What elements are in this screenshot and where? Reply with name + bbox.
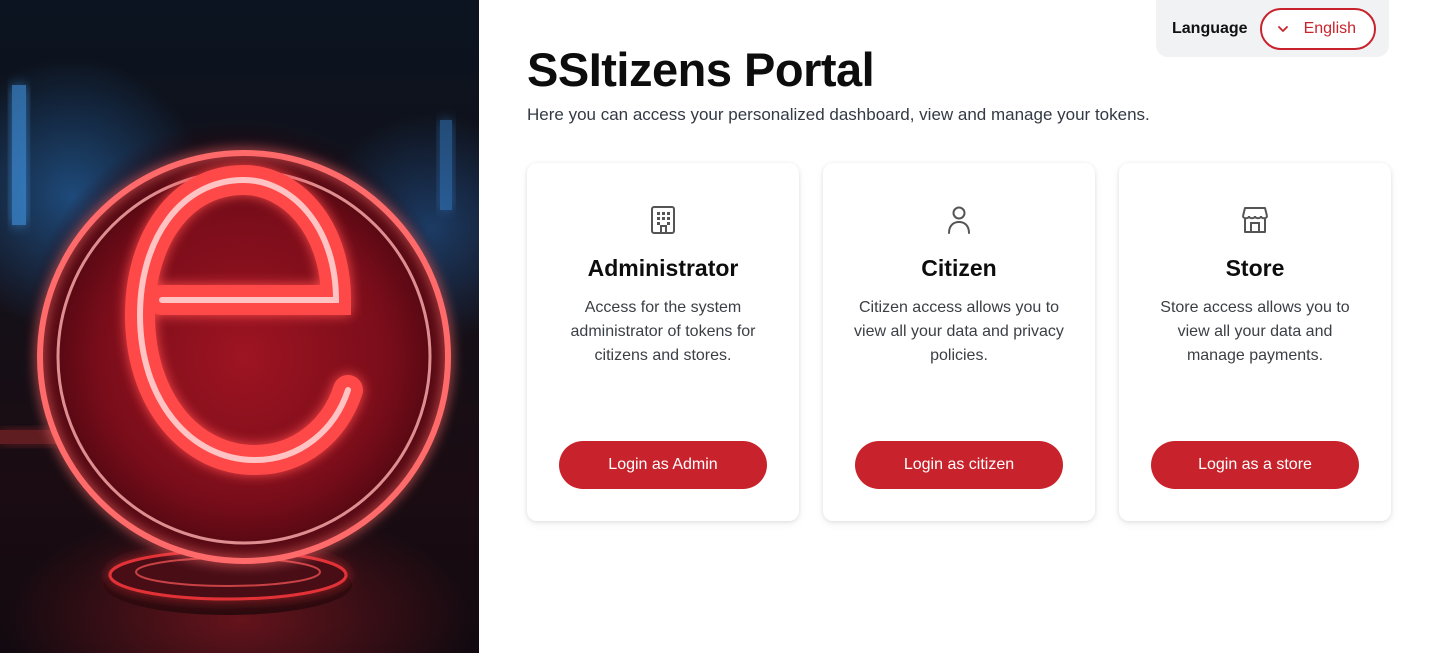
user-icon bbox=[943, 204, 975, 236]
admin-card-description: Access for the system administrator of t… bbox=[570, 299, 756, 364]
chevron-down-icon bbox=[1276, 22, 1290, 36]
login-citizen-button[interactable]: Login as citizen bbox=[855, 441, 1063, 489]
neon-e-logo-image bbox=[0, 85, 452, 615]
hero-image bbox=[0, 0, 479, 653]
building-icon bbox=[647, 204, 679, 236]
login-store-button[interactable]: Login as a store bbox=[1151, 441, 1359, 489]
page-title: SSItizens Portal bbox=[527, 43, 875, 96]
admin-card: Administrator Access for the system admi… bbox=[527, 163, 799, 521]
page-subtitle: Here you can access your personalized da… bbox=[527, 105, 1150, 124]
citizen-card-title: Citizen bbox=[921, 255, 997, 281]
language-select-value: English bbox=[1303, 19, 1357, 37]
citizen-card-description: Citizen access allows you to view all yo… bbox=[854, 299, 1064, 364]
landing-page: Language English SSItizens Portal Here y… bbox=[0, 0, 1434, 653]
language-select[interactable]: English bbox=[1259, 7, 1376, 50]
language-panel: Language English bbox=[1156, 0, 1389, 57]
admin-card-title: Administrator bbox=[587, 255, 739, 281]
store-card-title: Store bbox=[1225, 255, 1285, 281]
store-icon bbox=[1239, 204, 1271, 236]
store-card-description: Store access allows you to view all your… bbox=[1160, 299, 1350, 364]
language-label: Language bbox=[1172, 19, 1248, 37]
citizen-card: Citizen Citizen access allows you to vie… bbox=[823, 163, 1095, 521]
login-admin-button[interactable]: Login as Admin bbox=[559, 441, 767, 489]
store-card: Store Store access allows you to view al… bbox=[1119, 163, 1391, 521]
